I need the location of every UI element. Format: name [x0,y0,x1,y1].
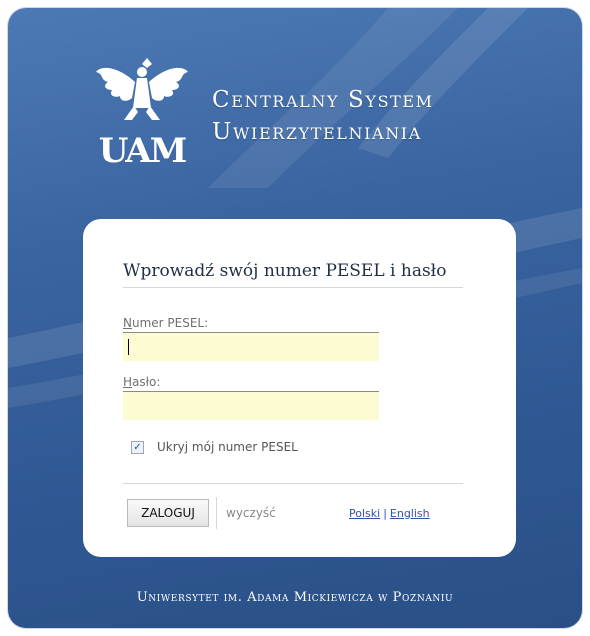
password-label: Hasło: [123,375,160,389]
hide-pesel-label[interactable]: Ukryj mój numer PESEL [157,440,298,454]
system-title: Centralny System Uwierzytelniania [212,84,434,148]
language-english-link[interactable]: English [390,507,430,520]
password-label-rest: asło: [132,375,161,389]
button-separator [216,497,217,529]
form-heading: Wprowadź swój numer PESEL i hasło [123,261,463,288]
password-label-access-key: H [123,375,133,389]
hide-pesel-checkbox[interactable]: ✓ [131,441,144,454]
pesel-label-access-key: N [123,316,132,330]
pesel-label-rest: umer PESEL: [131,316,209,330]
uam-eagle-logo: UAM [96,58,189,170]
pesel-input[interactable] [123,332,379,361]
text-caret [128,339,129,355]
login-button[interactable]: ZALOGUJ [127,499,209,527]
language-polski-link[interactable]: Polski [349,507,380,520]
language-separator: | [383,507,387,520]
login-panel: UAM Centralny System Uwierzytelniania Wp… [8,8,582,628]
login-card: Wprowadź swój numer PESEL i hasło Numer … [83,219,516,557]
password-input[interactable] [123,391,379,420]
checkmark-icon: ✓ [133,442,142,453]
title-line-1: Centralny System [212,87,434,113]
logo-text: UAM [99,131,187,170]
language-switcher: Polski | English [349,507,430,520]
clear-link[interactable]: wyczyść [226,506,276,520]
pesel-label: Numer PESEL: [123,316,208,330]
title-line-2: Uwierzytelniania [212,119,422,145]
form-divider [123,483,463,484]
university-footer: Uniwersytet im. Adama Mickiewicza w Pozn… [136,590,454,605]
